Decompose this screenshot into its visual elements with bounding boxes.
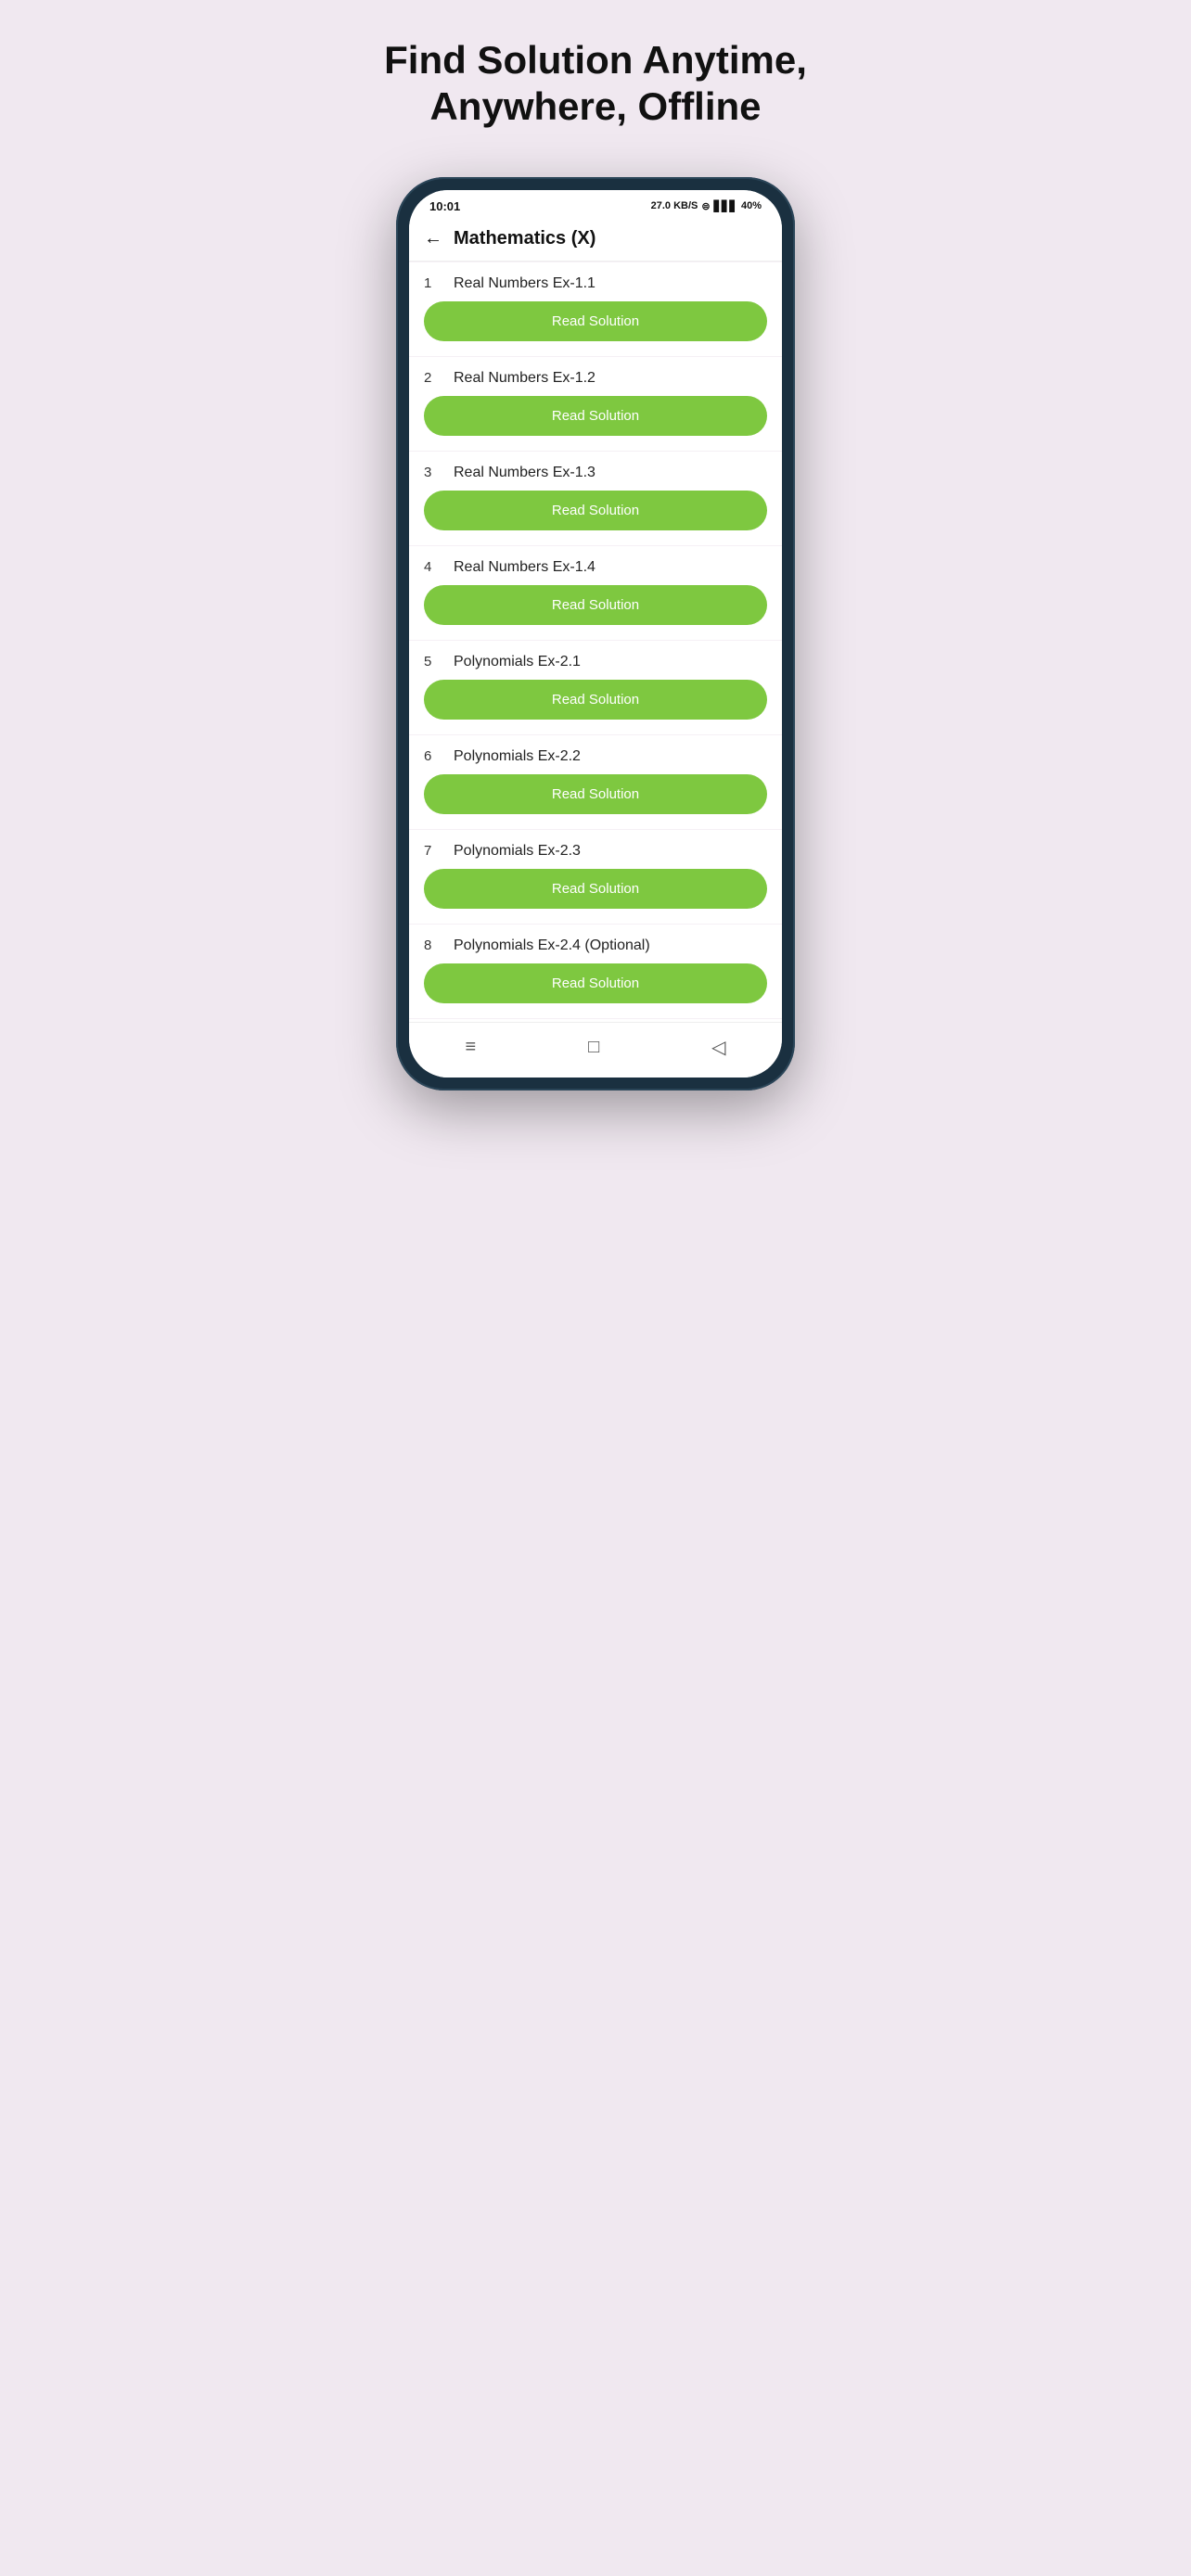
item-header: 3 Real Numbers Ex-1.3 (424, 465, 767, 481)
item-number: 8 (424, 937, 441, 953)
item-label: Real Numbers Ex-1.4 (454, 559, 596, 576)
menu-icon[interactable]: ≡ (465, 1037, 476, 1058)
list-item: 5 Polynomials Ex-2.1 Read Solution (409, 641, 782, 734)
wifi-icon: ⊜ (701, 200, 710, 212)
status-bar: 10:01 27.0 KB/S ⊜ ▋▋▋ 40% (409, 190, 782, 219)
read-solution-button[interactable]: Read Solution (424, 680, 767, 720)
item-header: 8 Polynomials Ex-2.4 (Optional) (424, 937, 767, 954)
read-solution-button[interactable]: Read Solution (424, 491, 767, 530)
bottom-nav: ≡ □ ◁ (409, 1022, 782, 1078)
item-number: 5 (424, 654, 441, 670)
list-item: 4 Real Numbers Ex-1.4 Read Solution (409, 546, 782, 640)
item-label: Real Numbers Ex-1.2 (454, 370, 596, 387)
list-item: 1 Real Numbers Ex-1.1 Read Solution (409, 262, 782, 356)
back-button[interactable]: ← (424, 228, 442, 249)
status-icons: 27.0 KB/S ⊜ ▋▋▋ 40% (651, 200, 762, 212)
item-number: 3 (424, 465, 441, 480)
item-number: 1 (424, 275, 441, 291)
item-label: Polynomials Ex-2.2 (454, 748, 581, 765)
battery-indicator: 40% (741, 200, 762, 211)
phone-frame: 10:01 27.0 KB/S ⊜ ▋▋▋ 40% ← Mathematics … (396, 177, 795, 1090)
item-header: 6 Polynomials Ex-2.2 (424, 748, 767, 765)
read-solution-button[interactable]: Read Solution (424, 869, 767, 909)
item-label: Polynomials Ex-2.4 (Optional) (454, 937, 650, 954)
signal-icon: ▋▋▋ (714, 200, 737, 212)
item-label: Real Numbers Ex-1.1 (454, 275, 596, 292)
list-item: 7 Polynomials Ex-2.3 Read Solution (409, 830, 782, 924)
read-solution-button[interactable]: Read Solution (424, 301, 767, 341)
list-item: 3 Real Numbers Ex-1.3 Read Solution (409, 452, 782, 545)
status-time: 10:01 (429, 199, 460, 213)
page-hero-title: Find Solution Anytime, Anywhere, Offline (354, 37, 837, 131)
item-header: 5 Polynomials Ex-2.1 (424, 654, 767, 670)
item-label: Polynomials Ex-2.1 (454, 654, 581, 670)
item-header: 7 Polynomials Ex-2.3 (424, 843, 767, 860)
item-header: 1 Real Numbers Ex-1.1 (424, 275, 767, 292)
list-item: 6 Polynomials Ex-2.2 Read Solution (409, 735, 782, 829)
top-bar: ← Mathematics (X) (409, 219, 782, 261)
kb-indicator: 27.0 KB/S (651, 200, 698, 211)
item-number: 2 (424, 370, 441, 386)
item-number: 7 (424, 843, 441, 859)
item-number: 4 (424, 559, 441, 575)
read-solution-button[interactable]: Read Solution (424, 396, 767, 436)
item-header: 4 Real Numbers Ex-1.4 (424, 559, 767, 576)
item-label: Real Numbers Ex-1.3 (454, 465, 596, 481)
item-header: 2 Real Numbers Ex-1.2 (424, 370, 767, 387)
read-solution-button[interactable]: Read Solution (424, 963, 767, 1003)
phone-screen: 10:01 27.0 KB/S ⊜ ▋▋▋ 40% ← Mathematics … (409, 190, 782, 1078)
screen-title: Mathematics (X) (454, 228, 596, 249)
list-item: 2 Real Numbers Ex-1.2 Read Solution (409, 357, 782, 451)
home-icon[interactable]: □ (588, 1037, 599, 1058)
item-number: 6 (424, 748, 441, 764)
content-area: 1 Real Numbers Ex-1.1 Read Solution 2 Real N… (409, 261, 782, 1022)
list-item: 8 Polynomials Ex-2.4 (Optional) Read Solut… (409, 925, 782, 1018)
item-label: Polynomials Ex-2.3 (454, 843, 581, 860)
back-nav-icon[interactable]: ◁ (711, 1036, 725, 1059)
read-solution-button[interactable]: Read Solution (424, 774, 767, 814)
read-solution-button[interactable]: Read Solution (424, 585, 767, 625)
